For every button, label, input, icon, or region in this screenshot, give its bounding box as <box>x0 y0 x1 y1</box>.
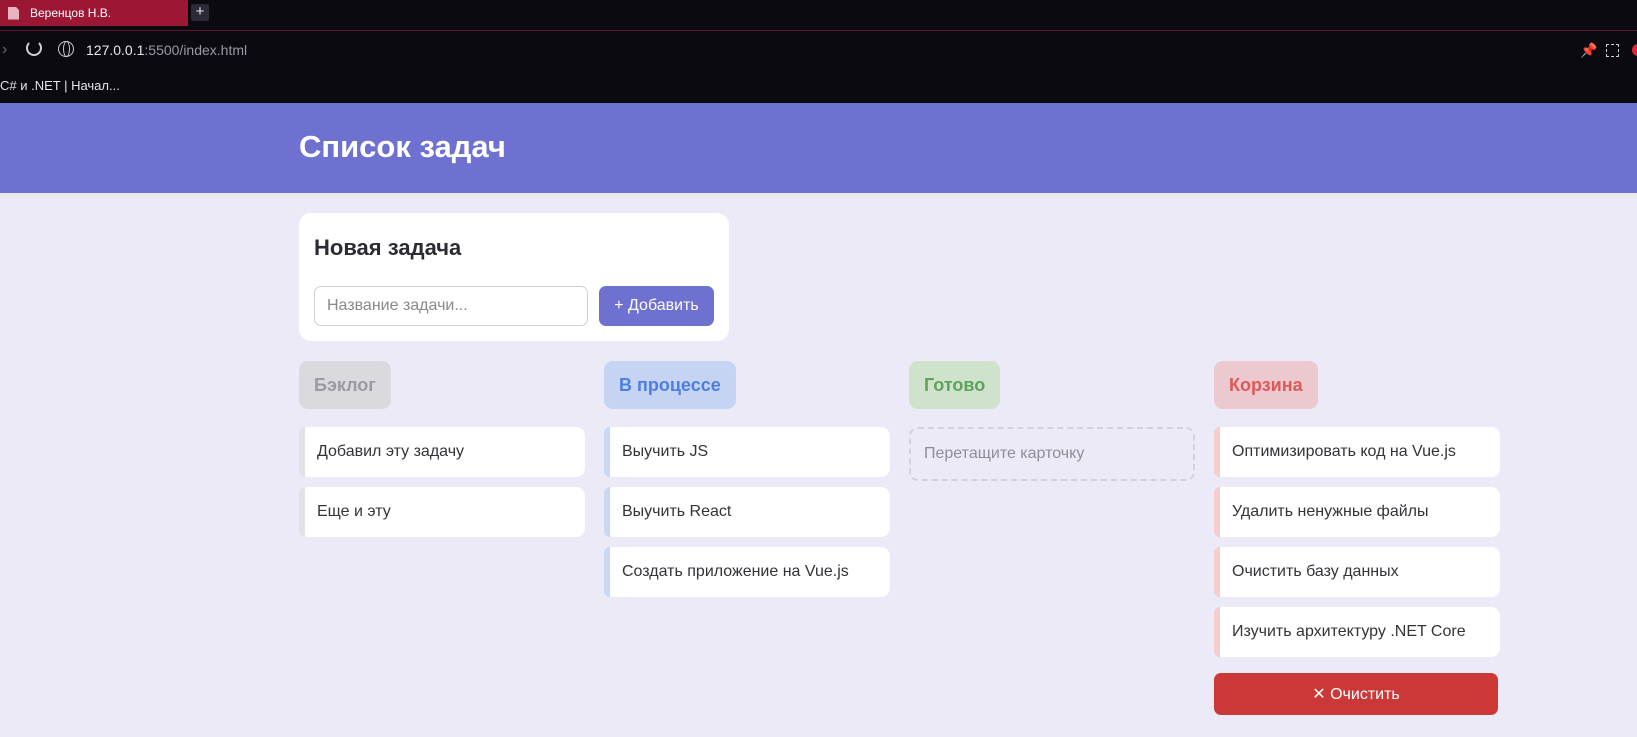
app-header: Список задач <box>0 103 1637 193</box>
reload-icon[interactable] <box>26 40 42 56</box>
task-card[interactable]: Создать приложение на Vue.js <box>604 547 890 597</box>
column-progress: В процессе Выучить JS Выучить React Создать… <box>604 361 890 607</box>
page-title: Список задач <box>299 129 506 164</box>
card-list: Оптимизировать код на Vue.js Удалить нену… <box>1214 427 1500 657</box>
task-card[interactable]: Удалить ненужные файлы <box>1214 487 1500 537</box>
column-title-done: Готово <box>909 361 1001 409</box>
pin-icon[interactable]: 📌 <box>1580 42 1597 59</box>
url-path: :5500/index.html <box>144 42 248 58</box>
url-field[interactable]: 127.0.0.1:5500/index.html <box>86 42 247 58</box>
column-backlog: Бэклог Добавил эту задачу Еще и эту <box>299 361 585 547</box>
browser-tab-bar: Веренцов Н.В. + <box>0 0 1637 31</box>
bookmark-item[interactable]: C# и .NET | Начал... <box>0 78 120 93</box>
globe-icon <box>58 41 74 57</box>
task-card[interactable]: Изучить архитектуру .NET Core <box>1214 607 1500 657</box>
add-task-button[interactable]: + Добавить <box>599 286 714 326</box>
record-icon[interactable] <box>1632 44 1637 56</box>
task-card[interactable]: Очистить базу данных <box>1214 547 1500 597</box>
url-host: 127.0.0.1 <box>86 42 145 58</box>
card-list: Выучить JS Выучить React Создать приложени… <box>604 427 890 597</box>
task-card[interactable]: Выучить React <box>604 487 890 537</box>
task-name-input[interactable] <box>314 286 588 326</box>
address-bar: › 127.0.0.1:5500/index.html 📌 <box>0 31 1637 71</box>
task-card[interactable]: Выучить JS <box>604 427 890 477</box>
column-trash: Корзина Оптимизировать код на Vue.js Удали… <box>1214 361 1500 715</box>
tab-title: Веренцов Н.В. <box>30 6 112 20</box>
clear-trash-button[interactable]: ✕ Очистить <box>1214 673 1498 715</box>
document-icon <box>8 6 19 20</box>
card-list: Перетащите карточку <box>909 427 1195 481</box>
browser-tab[interactable]: Веренцов Н.В. <box>0 0 188 26</box>
column-done: Готово Перетащите карточку <box>909 361 1195 481</box>
column-title-backlog: Бэклог <box>299 361 391 409</box>
task-card[interactable]: Еще и эту <box>299 487 585 537</box>
new-tab-button[interactable]: + <box>191 4 209 21</box>
column-title-progress: В процессе <box>604 361 736 409</box>
drop-zone[interactable]: Перетащите карточку <box>909 427 1195 481</box>
forward-icon[interactable]: › <box>2 41 7 59</box>
screenshot-icon[interactable] <box>1606 44 1619 57</box>
new-task-panel: Новая задача + Добавить <box>299 213 729 341</box>
task-card[interactable]: Оптимизировать код на Vue.js <box>1214 427 1500 477</box>
new-task-title: Новая задача <box>314 235 462 260</box>
bookmarks-bar: C# и .NET | Начал... <box>0 71 1637 103</box>
task-card[interactable]: Добавил эту задачу <box>299 427 585 477</box>
column-title-trash: Корзина <box>1214 361 1318 409</box>
card-list: Добавил эту задачу Еще и эту <box>299 427 585 537</box>
